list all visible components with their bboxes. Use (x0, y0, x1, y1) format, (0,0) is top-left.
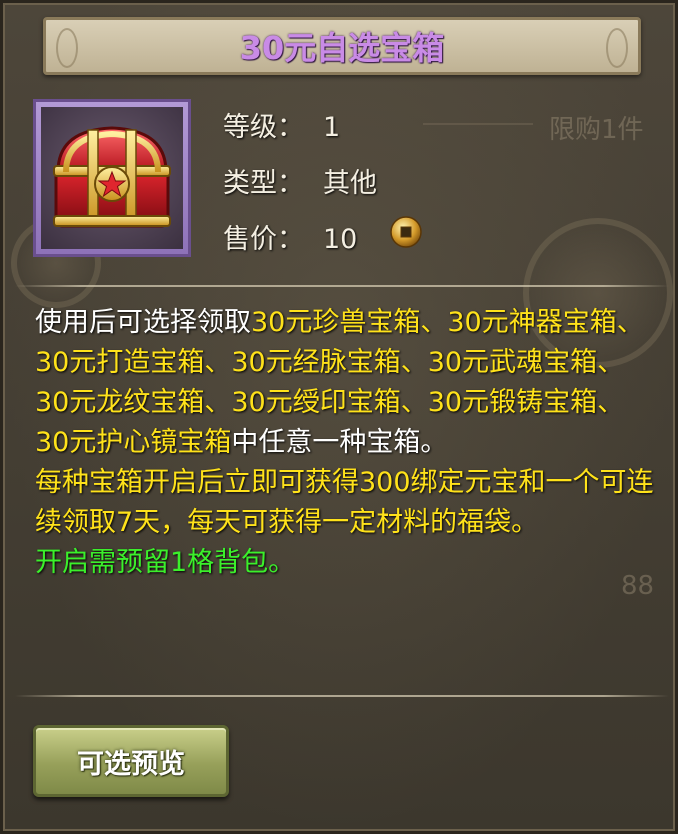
price-value: 10 (323, 224, 358, 255)
section-divider (15, 695, 669, 697)
type-value: 其他 (323, 168, 377, 199)
level-value: 1 (323, 112, 341, 143)
price-row: 售价： 10 (223, 217, 357, 256)
section-divider (15, 285, 669, 287)
treasure-chest-icon (53, 126, 171, 228)
copper-coin-icon (390, 216, 422, 248)
description-intro-suffix: 中任意一种宝箱。 (231, 427, 448, 458)
type-label: 类型： (223, 168, 304, 199)
background-limit-text: 限购1件 (549, 115, 644, 145)
description-intro-prefix: 使用后可选择领取 (35, 307, 251, 338)
price-label: 售价： (223, 224, 304, 255)
item-tooltip-panel: 限购1件 88 30元自选宝箱 等级： 1 类型： 其他 售价： 10 使用后可… (0, 0, 678, 834)
reward-text: 每种宝箱开启后立即可获得300绑定元宝和一个可连续领取7天，每天可获得一定材料的… (35, 467, 654, 538)
level-row: 等级： 1 (223, 105, 340, 144)
preview-options-button[interactable]: 可选预览 (33, 725, 229, 797)
level-label: 等级： (223, 112, 304, 143)
background-divider (423, 123, 533, 125)
title-plaque: 30元自选宝箱 (43, 17, 641, 75)
type-row: 类型： 其他 (223, 161, 377, 200)
item-title: 30元自选宝箱 (239, 29, 445, 67)
item-description: 使用后可选择领取30元珍兽宝箱、30元神器宝箱、30元打造宝箱、30元经脉宝箱、… (35, 303, 655, 583)
item-icon-frame (33, 99, 191, 257)
inventory-notice-text: 开启需预留1格背包。 (35, 547, 296, 578)
